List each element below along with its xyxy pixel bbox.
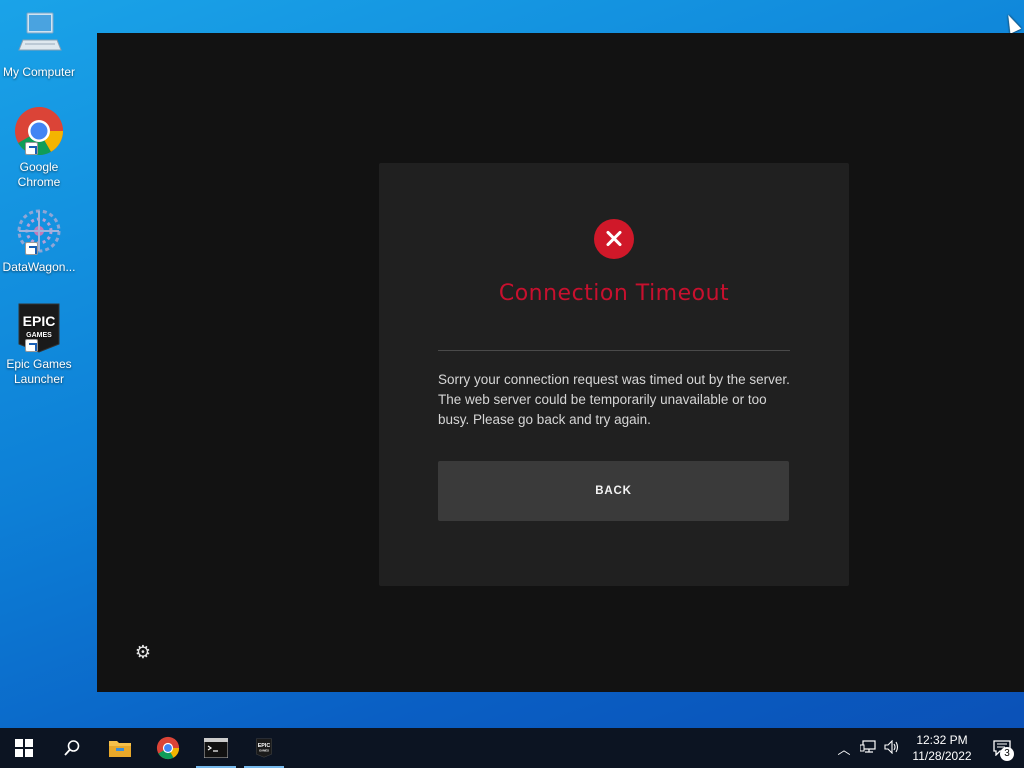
taskbar-clock[interactable]: 12:32 PM 11/28/2022 xyxy=(904,732,980,764)
chrome-icon xyxy=(13,105,65,157)
epic-games-icon: EPIC GAMES xyxy=(256,738,272,758)
back-button[interactable]: BACK xyxy=(438,461,789,521)
desktop-icon-label: Epic Games Launcher xyxy=(6,357,72,386)
desktop-icon-my-computer[interactable]: My Computer xyxy=(0,10,78,80)
settings-gear-icon[interactable]: ⚙ xyxy=(133,642,153,662)
chevron-up-icon[interactable]: ︿ xyxy=(832,739,856,758)
action-center-button[interactable]: 3 xyxy=(980,728,1024,768)
error-title: Connection Timeout xyxy=(498,281,730,306)
desktop-icon-google-chrome[interactable]: Google Chrome xyxy=(0,105,78,190)
taskbar-epic-games[interactable]: EPIC GAMES xyxy=(240,728,288,768)
folder-icon xyxy=(109,741,131,757)
desktop-icon-label: DataWagon... xyxy=(2,260,76,274)
shortcut-arrow-icon xyxy=(25,142,38,155)
svg-text:EPIC: EPIC xyxy=(258,743,271,749)
system-tray: ︿ 12:32 PM 11/28/2022 3 xyxy=(832,728,1024,768)
epic-launcher-window: Connection Timeout Sorry your connection… xyxy=(97,33,1024,692)
datawagon-icon xyxy=(13,205,65,257)
taskbar-chrome[interactable] xyxy=(144,728,192,768)
computer-icon xyxy=(13,10,65,62)
shortcut-arrow-icon xyxy=(25,242,38,255)
chrome-icon xyxy=(156,736,180,760)
desktop-icon-datawagon[interactable]: DataWagon... xyxy=(0,205,78,275)
mouse-cursor-icon xyxy=(1002,12,1022,34)
network-icon[interactable] xyxy=(856,739,880,757)
shortcut-arrow-icon xyxy=(25,339,38,352)
taskbar-terminal[interactable] xyxy=(192,728,240,768)
desktop-icon-epic-games-launcher[interactable]: EPIC GAMES Epic Games Launcher xyxy=(0,302,78,387)
error-dialog: Connection Timeout Sorry your connection… xyxy=(379,163,849,586)
error-x-icon xyxy=(594,219,634,259)
error-message: Sorry your connection request was timed … xyxy=(438,372,790,427)
svg-text:GAMES: GAMES xyxy=(26,332,52,339)
start-button[interactable] xyxy=(0,728,48,768)
desktop-icon-label: My Computer xyxy=(2,65,76,79)
clock-time: 12:32 PM xyxy=(916,733,968,747)
taskbar: EPIC GAMES ︿ 12:32 PM 11/28/2022 3 xyxy=(0,728,1024,768)
svg-text:EPIC: EPIC xyxy=(23,313,56,329)
windows-logo-icon xyxy=(15,739,33,757)
terminal-icon xyxy=(204,738,228,758)
taskbar-file-explorer[interactable] xyxy=(96,728,144,768)
desktop-icon-label: Google Chrome xyxy=(17,160,61,189)
clock-date: 11/28/2022 xyxy=(912,749,972,763)
search-icon xyxy=(64,740,80,756)
divider xyxy=(438,350,790,351)
epic-games-icon: EPIC GAMES xyxy=(13,302,65,354)
volume-icon[interactable] xyxy=(880,739,904,757)
notification-count-badge: 3 xyxy=(1000,747,1014,761)
search-button[interactable] xyxy=(48,728,96,768)
